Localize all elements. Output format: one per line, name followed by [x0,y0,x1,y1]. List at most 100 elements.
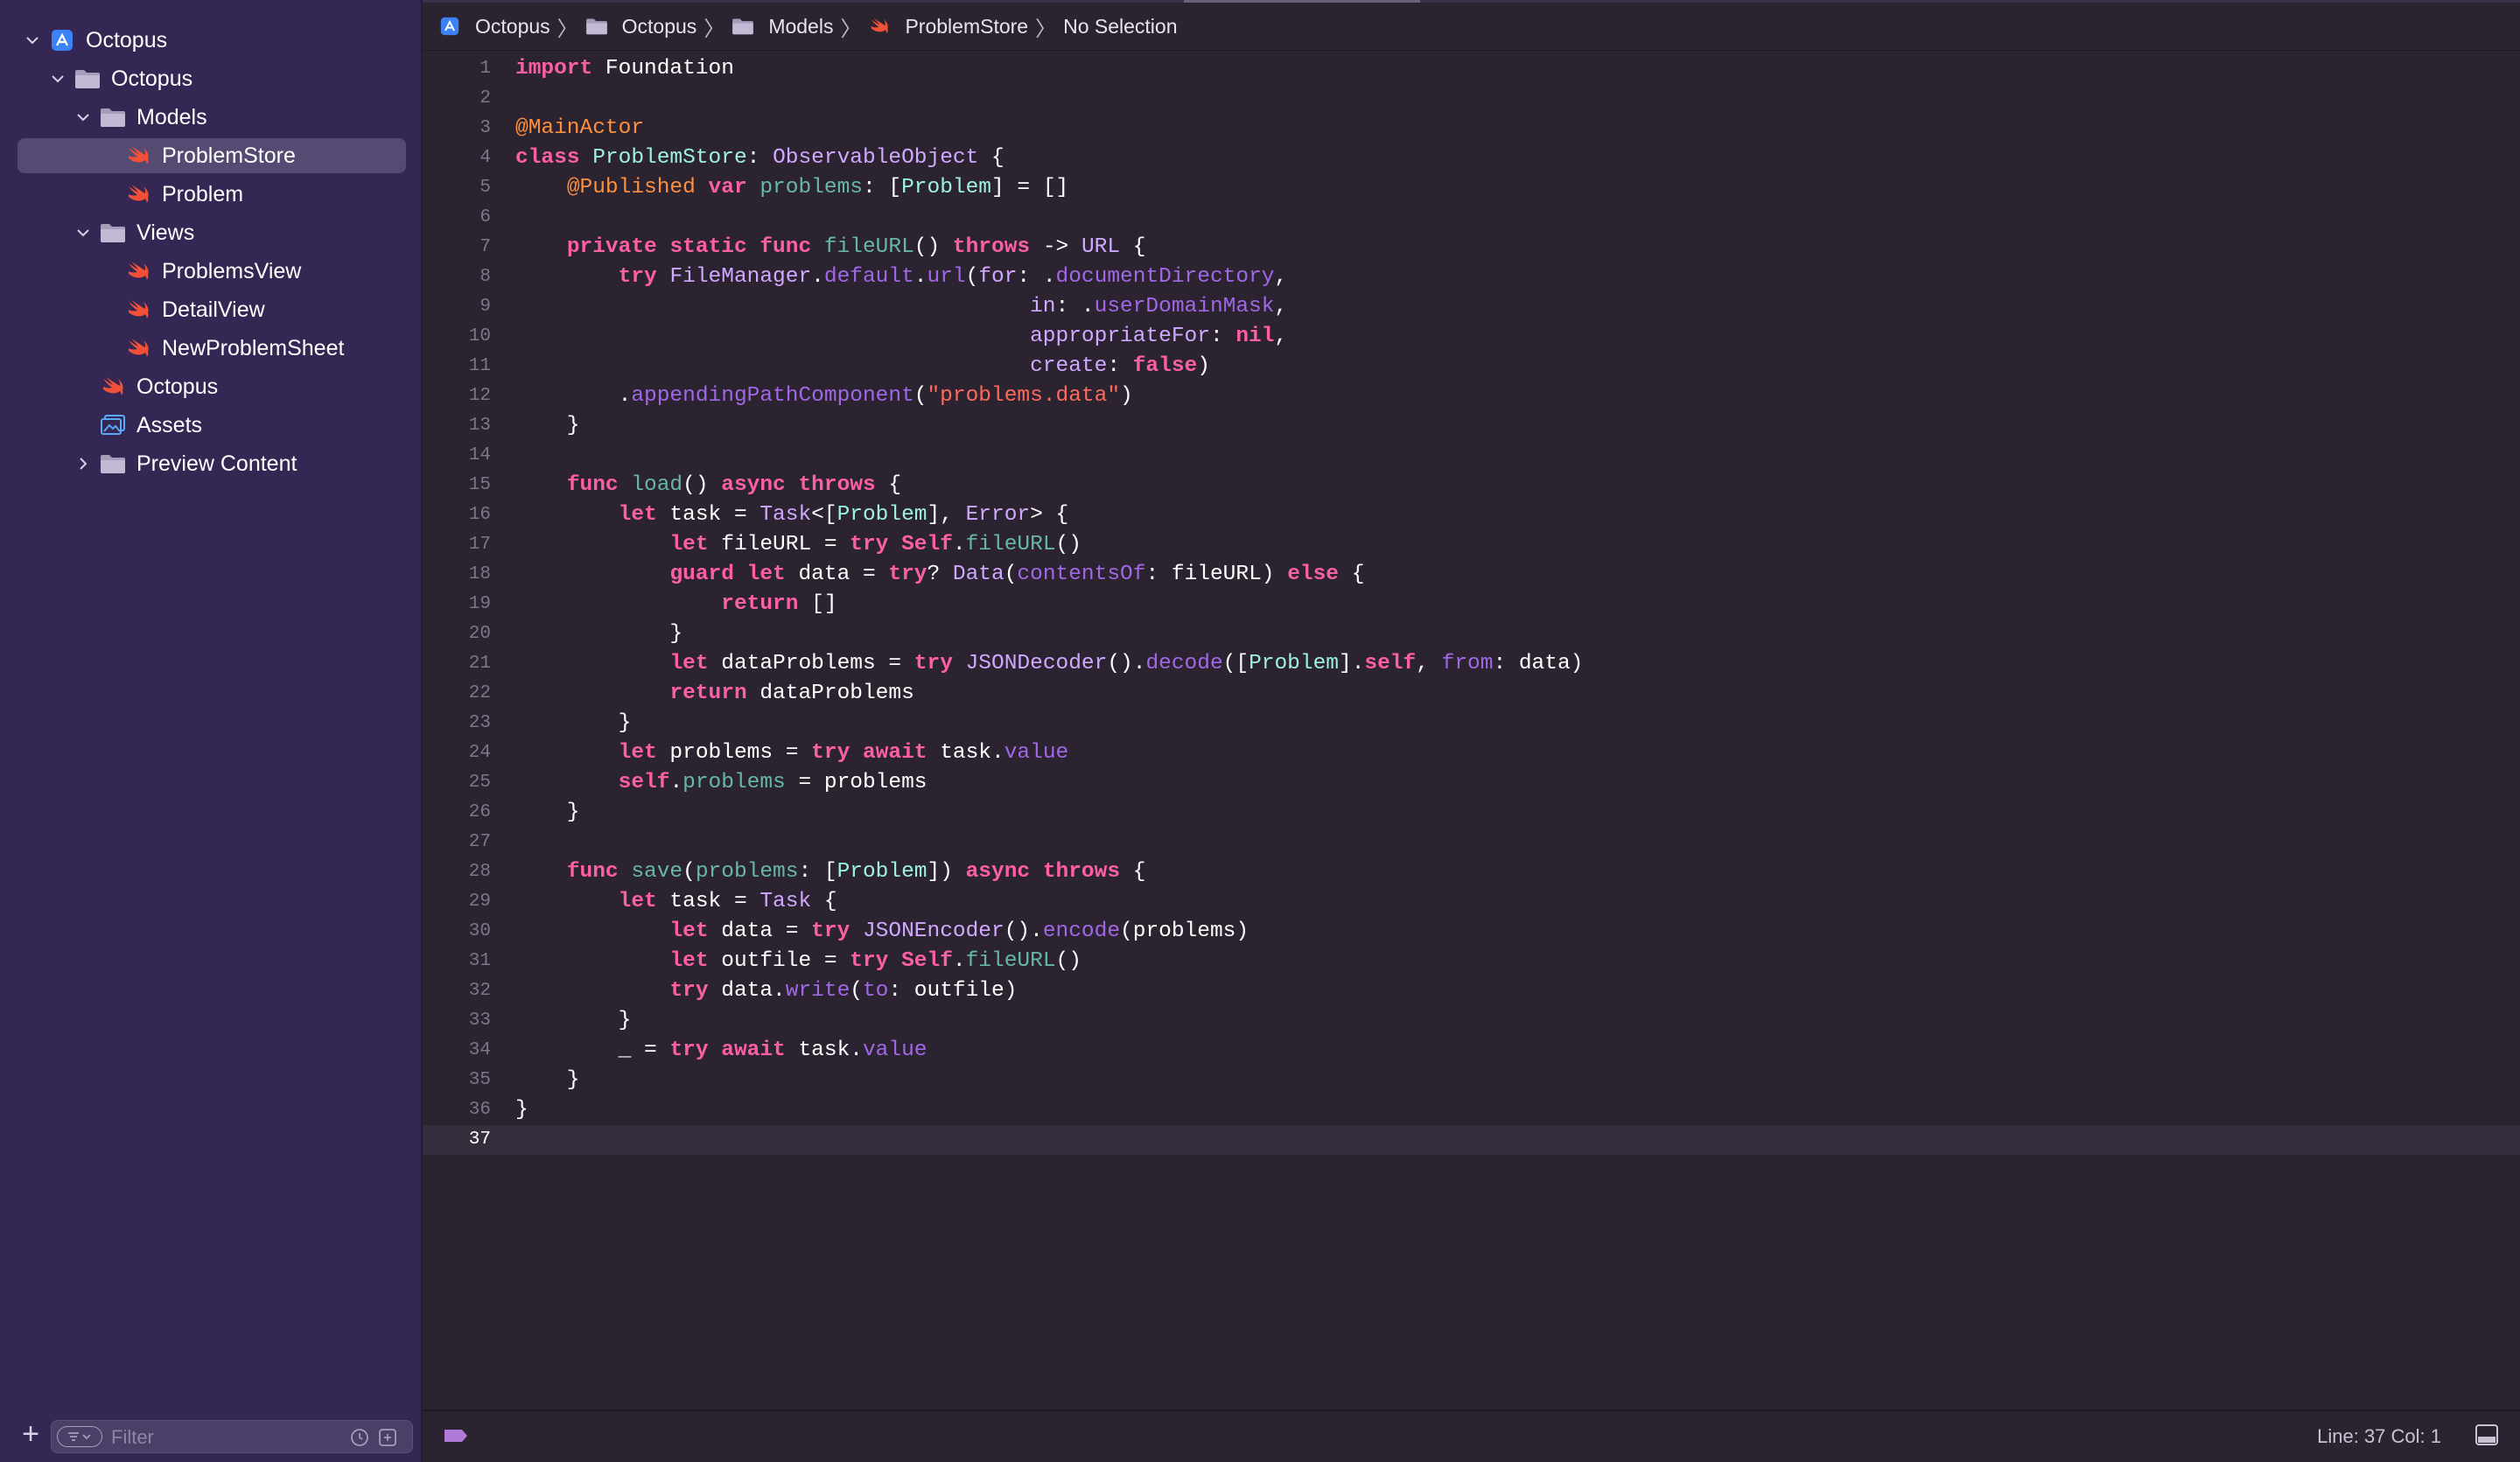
code-line[interactable]: 16 let task = Task<[Problem], Error> { [423,500,2520,530]
code-line[interactable]: 5 @Published var problems: [Problem] = [… [423,173,2520,203]
disclosure-chevron-icon[interactable] [74,454,93,473]
code-token: fileURL [823,235,914,259]
breadcrumb-item[interactable]: Octopus [438,15,550,38]
code-line[interactable]: 7 private static func fileURL() throws -… [423,233,2520,262]
code-token: func [566,860,619,884]
line-number: 11 [468,356,491,376]
filter-input[interactable] [109,1424,340,1451]
code-token: ( [682,860,696,884]
code-token: <[ [811,503,837,527]
code-line[interactable]: 6 [423,203,2520,233]
line-number: 14 [468,445,491,465]
code-line[interactable]: 14 [423,441,2520,471]
code-line[interactable]: 2 [423,84,2520,114]
navigator-item-models[interactable]: Models [74,100,207,135]
navigator-item-detailview[interactable]: DetailView [99,292,265,327]
code-line[interactable]: 37 [423,1125,2520,1155]
disclosure-chevron-icon[interactable] [23,31,42,50]
code-line[interactable]: 28 func save(problems: [Problem]) async … [423,857,2520,887]
code-token: data = [708,920,812,943]
code-line[interactable]: 24 let problems = try await task.value [423,738,2520,768]
code-line[interactable]: 27 [423,828,2520,857]
navigator-item-newproblemsheet[interactable]: NewProblemSheet [99,331,344,366]
code-line[interactable]: 31 let outfile = try Self.fileURL() [423,947,2520,976]
code-line[interactable]: 34 _ = try await task.value [423,1036,2520,1066]
navigator-item-octopus[interactable]: Octopus [23,23,167,58]
code-line[interactable]: 12 .appendingPathComponent("problems.dat… [423,381,2520,411]
debug-area-toggle-icon[interactable] [2474,1424,2499,1446]
breadcrumb-item[interactable]: No Selection [1063,15,1177,38]
code-line[interactable]: 21 let dataProblems = try JSONDecoder().… [423,649,2520,679]
filter-field[interactable] [51,1420,413,1453]
code-token: } [515,414,580,437]
code-line[interactable]: 26 } [423,798,2520,828]
code-line[interactable]: 15 func load() async throws { [423,471,2520,500]
navigator-item-label: Problem [162,181,244,206]
line-source: try FileManager.default.url(for: .docume… [515,262,1288,292]
code-line[interactable]: 32 try data.write(to: outfile) [423,976,2520,1006]
code-line[interactable]: 36} [423,1095,2520,1125]
line-number: 28 [468,862,491,882]
code-line[interactable]: 18 guard let data = try? Data(contentsOf… [423,560,2520,590]
code-line[interactable]: 19 return [] [423,590,2520,619]
code-token: Data [952,563,1004,586]
breadcrumb-item[interactable]: ProblemStore [868,15,1028,38]
code-line[interactable]: 3 @MainActor [423,114,2520,143]
navigator-item-assets[interactable]: Assets [74,408,202,443]
tag-icon[interactable] [442,1427,470,1445]
code-token: _ = [515,1039,670,1062]
code-token: func [760,235,812,259]
code-line[interactable]: 20 } [423,619,2520,649]
navigator-item-preview-content[interactable]: Preview Content [74,446,297,481]
code-line[interactable]: 33 } [423,1006,2520,1036]
code-line[interactable]: 10 appropriateFor: nil, [423,322,2520,352]
code-token: try [914,652,953,675]
line-source: } [515,1095,528,1125]
navigator-item-views[interactable]: Views [74,215,194,250]
code-line[interactable]: 4 class ProblemStore: ObservableObject { [423,143,2520,173]
code-line[interactable]: 22 return dataProblems [423,679,2520,709]
code-token: () [914,235,953,259]
breadcrumb-label: Models [768,14,834,38]
code-line[interactable]: 9 in: .userDomainMask, [423,292,2520,322]
navigator-item-problem[interactable]: Problem [99,177,243,212]
recent-files-icon[interactable] [349,1427,370,1448]
code-token: URL [1081,235,1121,259]
breadcrumb-label: ProblemStore [905,14,1029,38]
line-number: 20 [468,624,491,644]
navigator-item-problemsview[interactable]: ProblemsView [99,254,301,289]
code-token: Error [965,503,1031,527]
code-line[interactable]: 11 create: false) [423,352,2520,381]
code-line[interactable]: 1 import Foundation [423,54,2520,84]
code-line[interactable]: 23 } [423,709,2520,738]
navigator-item-octopus[interactable]: Octopus [74,369,218,404]
navigator-item-label: DetailView [162,297,265,322]
breadcrumb-item[interactable]: Models [732,15,833,38]
disclosure-chevron-icon[interactable] [48,69,67,88]
code-token: nil [1236,325,1275,348]
code-line[interactable]: 13 } [423,411,2520,441]
code-line[interactable]: 30 let data = try JSONEncoder().encode(p… [423,917,2520,947]
code-line[interactable]: 17 let fileURL = try Self.fileURL() [423,530,2520,560]
code-token: in [1030,295,1056,318]
code-line[interactable]: 25 self.problems = problems [423,768,2520,798]
breadcrumb-item[interactable]: Octopus [585,15,696,38]
filter-options-icon[interactable] [57,1426,102,1447]
add-file-button[interactable]: + [18,1419,44,1449]
navigator-item-problemstore[interactable]: ProblemStore [18,138,406,173]
line-source: let outfile = try Self.fileURL() [515,947,1082,976]
code-token: encode [1042,920,1121,943]
disclosure-chevron-icon[interactable] [74,108,93,127]
code-line[interactable]: 35 } [423,1066,2520,1095]
code-token: . [952,533,966,556]
code-line[interactable]: 8 try FileManager.default.url(for: .docu… [423,262,2520,292]
navigator-item-octopus[interactable]: Octopus [48,61,192,96]
disclosure-chevron-icon[interactable] [74,223,93,242]
source-control-filter-icon[interactable] [377,1427,398,1448]
code-line[interactable]: 29 let task = Task { [423,887,2520,917]
